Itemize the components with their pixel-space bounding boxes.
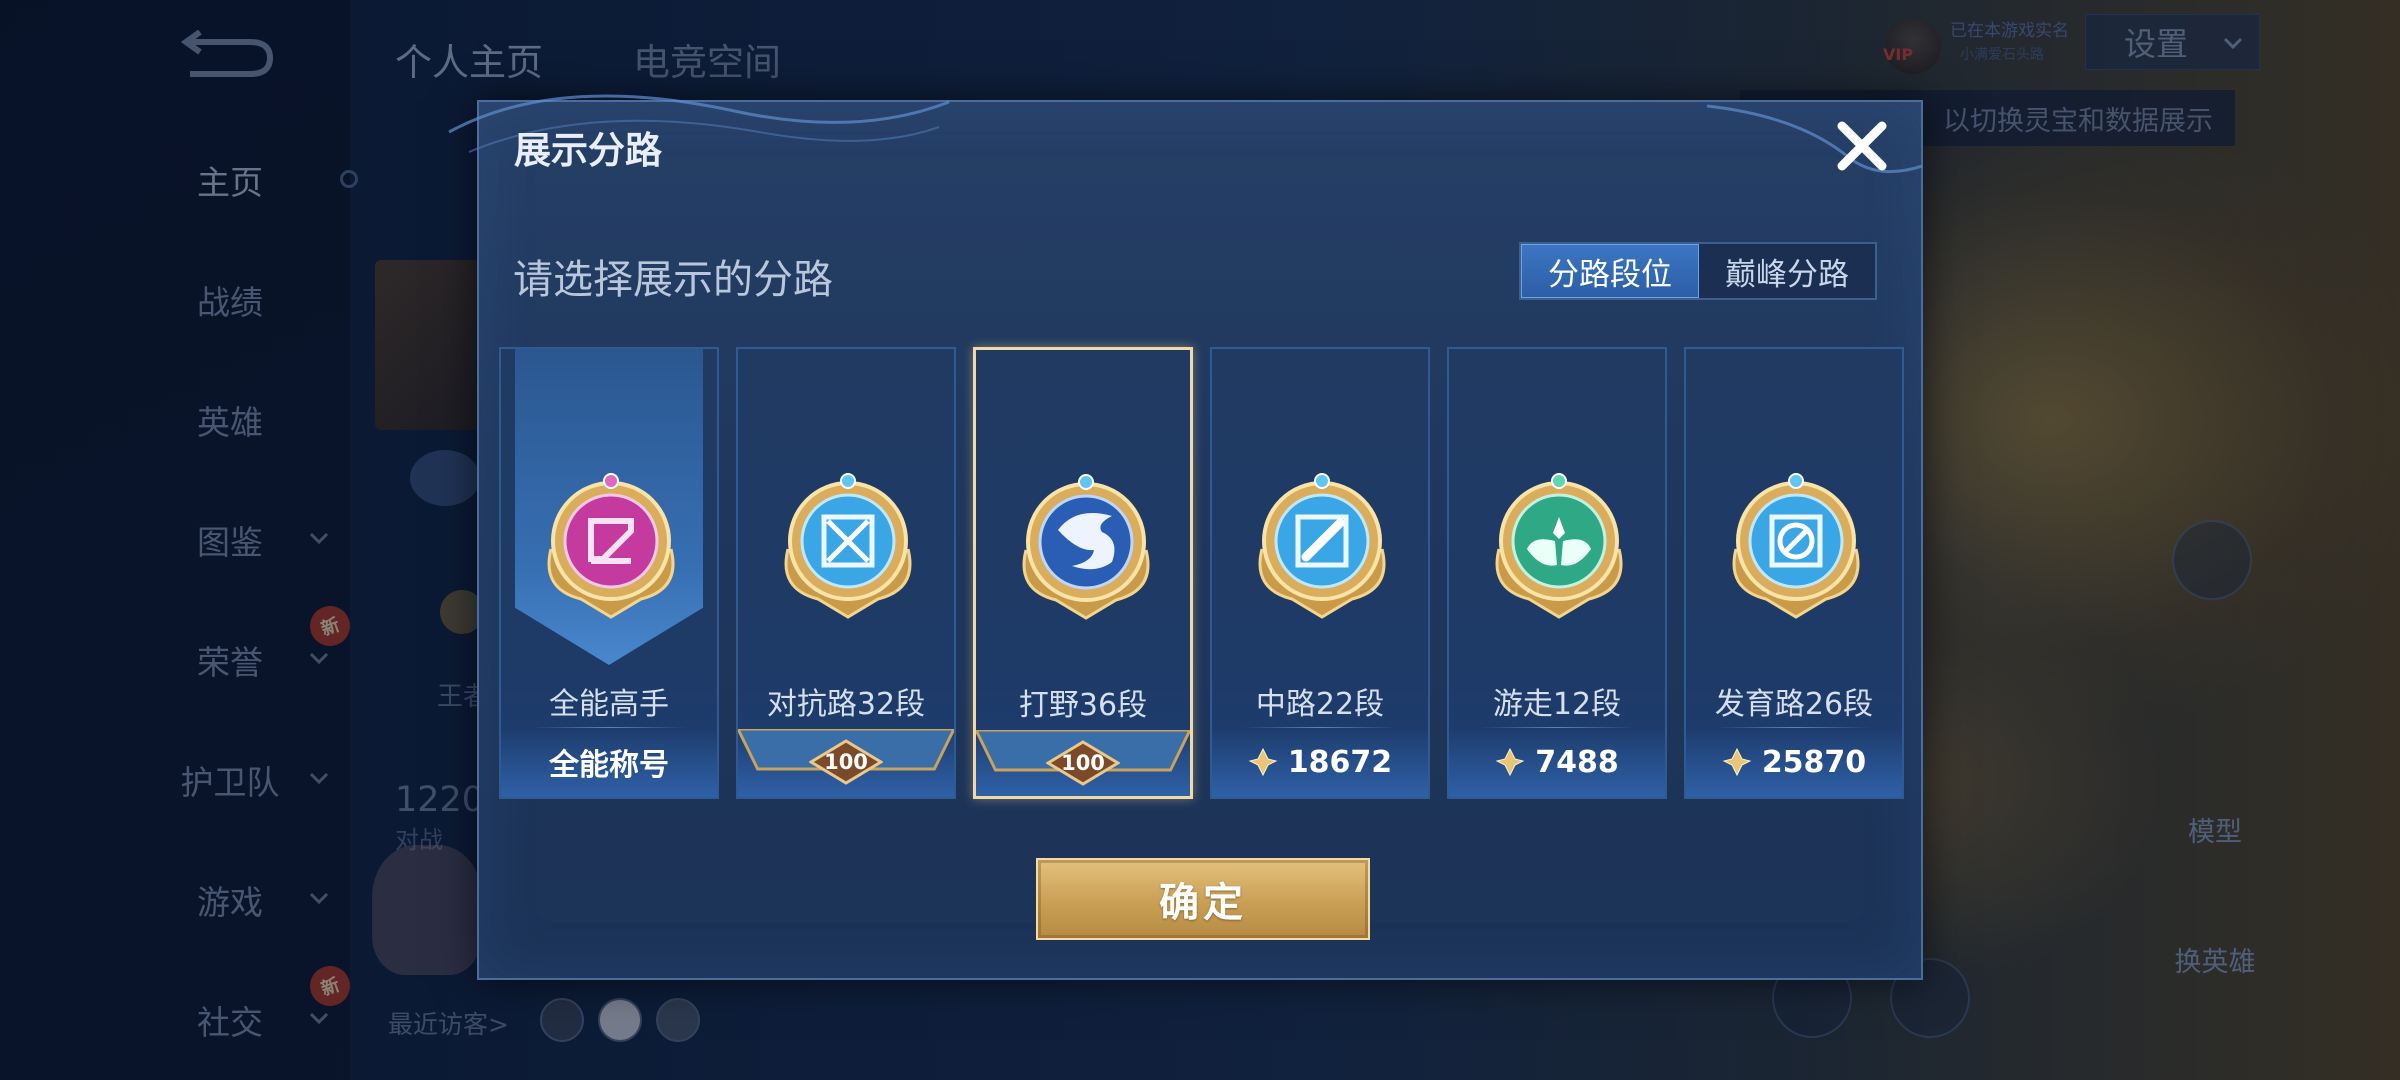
crossed-swords-icon	[784, 473, 912, 619]
lane-card-mid[interactable]: 中路22段 18672	[1210, 347, 1430, 799]
lane-card-top[interactable]: 对抗路32段 100	[736, 347, 956, 799]
lane-name: 发育路26段	[1714, 687, 1874, 722]
star-count: 100	[824, 750, 868, 774]
lane-card-roam[interactable]: 游走12段 7488	[1447, 347, 1667, 799]
battle-points-icon	[1495, 747, 1525, 777]
tab-lane-rank[interactable]: 分路段位	[1521, 244, 1699, 298]
bow-icon	[1732, 473, 1860, 619]
confirm-button[interactable]: 确定	[1036, 858, 1370, 940]
star-count: 100	[1061, 751, 1105, 775]
lane-card-all-round[interactable]: 全能高手 全能称号	[499, 347, 719, 799]
divider	[1479, 727, 1635, 728]
lane-name: 打野36段	[1018, 688, 1148, 723]
lane-name: 对抗路32段	[766, 687, 926, 722]
staff-icon	[1258, 473, 1386, 619]
close-icon[interactable]	[1832, 116, 1892, 176]
lane-name: 中路22段	[1255, 687, 1385, 722]
lane-value: 7488	[1449, 742, 1665, 782]
lane-value: 全能称号	[501, 742, 717, 783]
tab-peak-lane[interactable]: 巅峰分路	[1699, 244, 1875, 298]
star-count-badge: 100	[809, 739, 883, 785]
battle-points-icon	[1722, 747, 1752, 777]
lane-title-text: 全能称号	[549, 748, 669, 783]
points-value: 25870	[1761, 744, 1867, 780]
dialog-title: 展示分路	[514, 129, 662, 172]
all-round-icon	[547, 473, 675, 619]
divider	[1242, 727, 1398, 728]
lane-display-dialog: 展示分路 请选择展示的分路 分路段位 巅峰分路 全能高手 全能称号 对抗路32段…	[448, 94, 1923, 980]
lane-value: 25870	[1686, 742, 1902, 782]
divider	[531, 727, 687, 728]
battle-points-icon	[1248, 747, 1278, 777]
dialog-prompt: 请选择展示的分路	[513, 257, 833, 303]
dialog-ornament	[1707, 104, 1923, 174]
divider	[1716, 727, 1872, 728]
lane-value: 18672	[1212, 742, 1428, 782]
lane-card-jungle[interactable]: 打野36段 100	[973, 347, 1193, 799]
lane-card-farm[interactable]: 发育路26段 25870	[1684, 347, 1904, 799]
lane-name: 全能高手	[549, 687, 669, 722]
lane-name: 游走12段	[1492, 687, 1622, 722]
lane-mode-toggle: 分路段位 巅峰分路	[1519, 242, 1877, 300]
lane-card-list: 全能高手 全能称号 对抗路32段 100 打野36段 100 中路22段 186…	[499, 347, 1904, 802]
points-value: 7488	[1535, 744, 1619, 780]
dragon-icon	[1022, 474, 1150, 620]
star-count-badge: 100	[1046, 740, 1120, 786]
points-value: 18672	[1287, 744, 1393, 780]
wings-icon	[1495, 473, 1623, 619]
